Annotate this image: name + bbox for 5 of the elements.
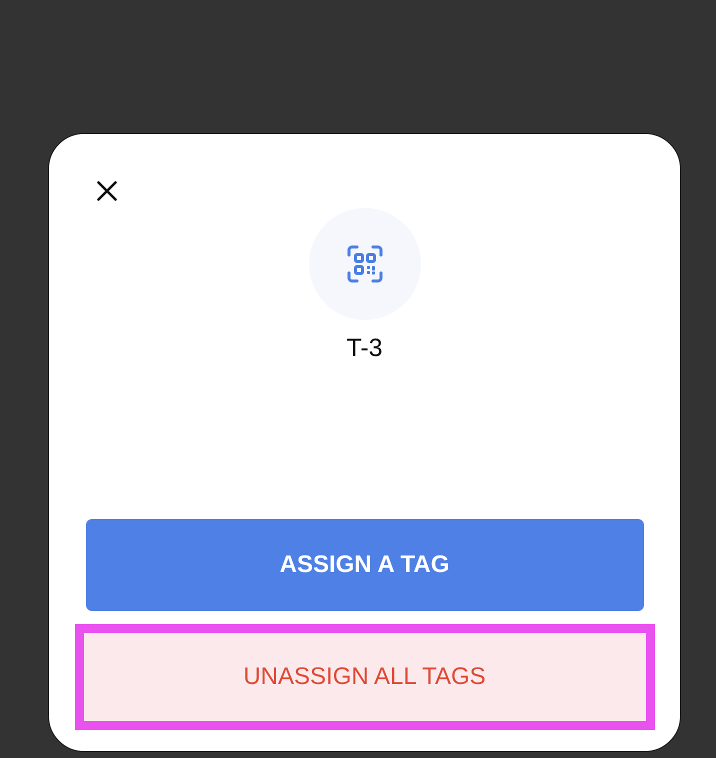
- unassign-button[interactable]: UNASSIGN ALL TAGS: [84, 633, 646, 721]
- qr-code-icon: [308, 208, 420, 320]
- close-icon[interactable]: [97, 181, 117, 201]
- assign-button[interactable]: ASSIGN A TAG: [86, 519, 644, 611]
- tag-name: T-3: [346, 333, 383, 363]
